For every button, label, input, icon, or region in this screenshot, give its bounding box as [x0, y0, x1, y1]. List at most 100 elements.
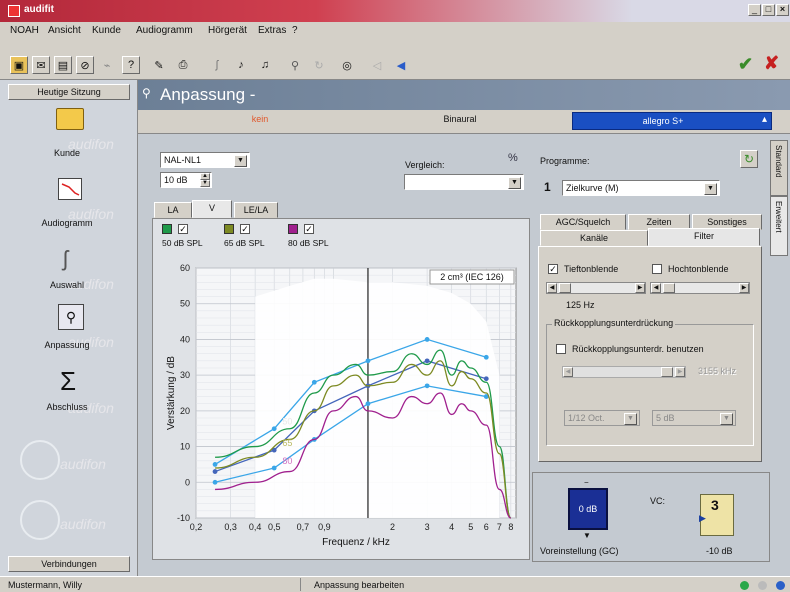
feedback-group-title: Rückkopplungsunterdrückung	[552, 318, 676, 328]
program-select[interactable]: Zielkurve (M) ▼	[562, 180, 720, 196]
y-tick-label: 50	[180, 299, 190, 309]
menu-hoergeraet[interactable]: Hörgerät	[208, 25, 247, 36]
sidebar-footer[interactable]: Verbindungen	[8, 556, 130, 572]
target-65-point	[212, 469, 218, 474]
gain-chart[interactable]: 506580-1001020304050600,2 0,3 0,4 0,5 0,7 0,9…	[152, 256, 530, 560]
sidebar-item-abschluss[interactable]: Σ audifon Abschluss	[8, 366, 132, 436]
level-checkbox[interactable]: ✓	[304, 224, 314, 234]
vc-wheel[interactable]: 3 ▶	[699, 494, 734, 536]
low-cut-slider[interactable]: ◀ ▶	[546, 282, 646, 294]
slider-left-arrow[interactable]: ◀	[651, 283, 661, 293]
tab-le-la[interactable]: LE/LA	[234, 202, 278, 218]
ear-tab-binaural[interactable]: Binaural	[360, 114, 560, 124]
status-led-blue-icon	[776, 581, 785, 590]
nosymbol-icon[interactable]: ⊘	[76, 56, 94, 74]
level-label: 65 dB SPL	[224, 238, 265, 248]
spin-down-icon[interactable]: ▼	[200, 180, 210, 187]
vc-wheel-number: 3	[711, 497, 719, 513]
compare-icon[interactable]: %	[508, 152, 518, 164]
gc-value: 0 dB	[578, 504, 598, 514]
save-icon[interactable]: ▤	[54, 56, 72, 74]
target-80-point	[424, 383, 430, 389]
feedback-use-checkbox[interactable]	[556, 344, 566, 354]
menu-kunde[interactable]: Kunde	[92, 25, 121, 36]
close-window-button[interactable]: ×	[776, 4, 789, 16]
sidebar-item-kunde[interactable]: audifon Kunde	[8, 102, 132, 172]
level-check-80[interactable]: ✓ 80 dB SPL	[288, 224, 338, 250]
menu-help[interactable]: ?	[292, 25, 298, 36]
connect-icon[interactable]: ⚲	[286, 56, 304, 74]
gc-control[interactable]: 0 dB	[568, 488, 608, 530]
level-checkbox[interactable]: ✓	[240, 224, 250, 234]
formula-select[interactable]: NAL-NL1 ▼	[160, 152, 250, 168]
db-value: 5 dB	[656, 413, 675, 423]
tab-filter[interactable]: Filter	[648, 228, 760, 246]
side-tab-standard[interactable]: Standard	[770, 140, 788, 196]
y-tick-label: 30	[180, 370, 190, 380]
gain-step-spinner[interactable]: 10 dB ▲ ▼	[160, 172, 212, 188]
level-label-65: 65	[282, 438, 292, 448]
edit-icon[interactable]: ✎	[150, 56, 168, 74]
side-tab-erweitert[interactable]: Erweitert	[770, 196, 788, 256]
hearing-aid-right-icon[interactable]: ♫	[256, 56, 274, 74]
sidebar-header[interactable]: Heutige Sitzung	[8, 84, 130, 100]
x-tick-label: 0,5	[268, 522, 281, 532]
help-icon[interactable]: ?	[122, 56, 140, 74]
target-65-point	[483, 376, 489, 382]
open-icon[interactable]: ▣	[10, 56, 28, 74]
ear-icon[interactable]: ʃ	[208, 56, 226, 74]
high-cut-slider[interactable]: ◀ ▶	[650, 282, 750, 294]
level-label: 80 dB SPL	[288, 238, 329, 248]
low-cut-checkbox[interactable]: ✓	[548, 264, 558, 274]
octave-select[interactable]: 1/12 Oct. ▼	[564, 410, 640, 426]
ok-icon[interactable]: ✔	[738, 54, 753, 75]
speaker-on-icon[interactable]: ◀	[392, 56, 410, 74]
gc-up-arrow[interactable]: −	[584, 478, 589, 487]
print-icon[interactable]: ⎙	[174, 56, 192, 74]
status-bar: Mustermann, Willy Anpassung bearbeiten	[0, 576, 790, 592]
hearing-aid-left-icon[interactable]: ♪	[232, 56, 250, 74]
new-icon[interactable]: ✉	[32, 56, 50, 74]
feedback-slider[interactable]: ◀ ▶	[562, 366, 686, 378]
gc-down-arrow[interactable]: ▼	[583, 531, 591, 540]
menu-noah[interactable]: NOAH	[10, 25, 39, 36]
maximize-button[interactable]: □	[762, 4, 775, 16]
chevron-down-icon: ▼	[234, 155, 247, 167]
ear-tab-left[interactable]: kein	[180, 114, 340, 124]
sidebar-item-audiogramm[interactable]: audifon Audiogramm	[8, 172, 132, 242]
x-axis-label: Frequenz / kHz	[322, 537, 390, 548]
target-50-point	[311, 379, 317, 385]
page-header: ⚲ Anpassung -	[138, 80, 790, 110]
compare-select[interactable]: ▼	[404, 174, 524, 190]
speaker-off-icon[interactable]: ◁	[368, 56, 386, 74]
slider-right-arrow[interactable]: ▶	[739, 283, 749, 293]
menu-audiogramm[interactable]: Audiogramm	[136, 25, 193, 36]
tab-agc-squelch[interactable]: AGC/Squelch	[540, 214, 626, 230]
level-checkbox[interactable]: ✓	[178, 224, 188, 234]
chart-icon[interactable]: ⌁	[98, 56, 116, 74]
slider-right-arrow[interactable]: ▶	[635, 283, 645, 293]
slider-left-arrow[interactable]: ◀	[563, 367, 573, 377]
program-icon[interactable]: ↻	[310, 56, 328, 74]
slider-right-arrow[interactable]: ▶	[675, 367, 685, 377]
minimize-button[interactable]: _	[748, 4, 761, 16]
menu-extras[interactable]: Extras	[258, 25, 286, 36]
high-cut-checkbox[interactable]	[652, 264, 662, 274]
slider-left-arrow[interactable]: ◀	[547, 283, 557, 293]
slider-thumb[interactable]	[663, 283, 675, 293]
tab-v[interactable]: V	[192, 200, 232, 218]
level-check-50[interactable]: ✓ 50 dB SPL	[162, 224, 212, 250]
ear-tab-right[interactable]: allegro S+ ▴	[572, 112, 772, 130]
slider-thumb[interactable]	[661, 367, 673, 377]
cancel-icon[interactable]: ✘	[764, 53, 779, 74]
tab-kanaele[interactable]: Kanäle	[540, 230, 648, 246]
spin-up-icon[interactable]: ▲	[200, 173, 210, 180]
refresh-button[interactable]: ↻	[740, 150, 758, 168]
level-check-65[interactable]: ✓ 65 dB SPL	[224, 224, 274, 250]
slider-thumb[interactable]	[559, 283, 571, 293]
db-select[interactable]: 5 dB ▼	[652, 410, 736, 426]
menu-ansicht[interactable]: Ansicht	[48, 25, 81, 36]
eye-icon[interactable]: ◎	[338, 56, 356, 74]
tab-la[interactable]: LA	[154, 202, 192, 218]
sidebar-item-anpassung[interactable]: ⚲ audifon Anpassung	[8, 300, 132, 370]
